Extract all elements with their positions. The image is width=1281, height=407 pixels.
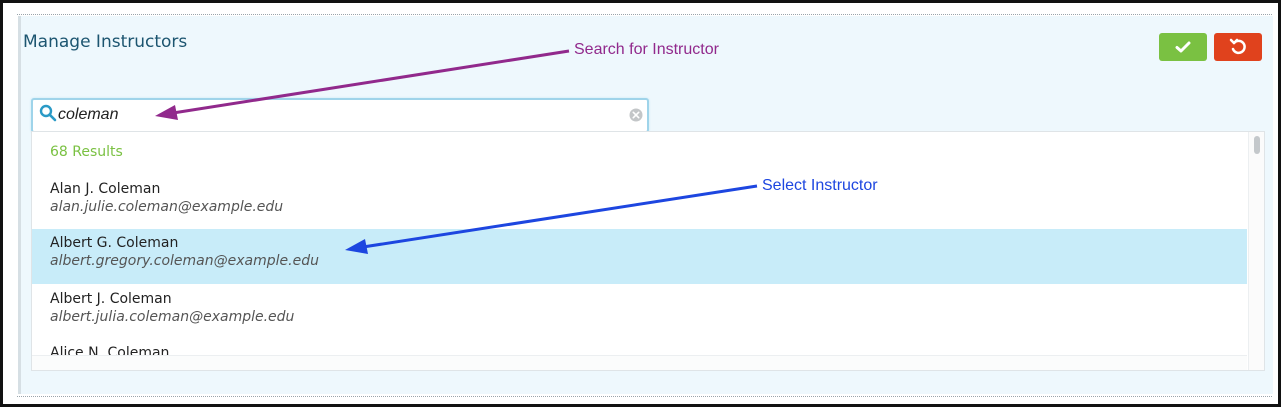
instructor-search-input[interactable] <box>58 103 618 127</box>
result-item-albert-g-coleman[interactable]: Albert G. Coleman albert.gregory.coleman… <box>32 229 1247 284</box>
undo-icon <box>1229 38 1246 55</box>
checkmark-icon <box>1175 41 1191 53</box>
top-divider <box>17 14 1272 15</box>
clear-icon[interactable] <box>629 108 643 122</box>
scrollbar-thumb[interactable] <box>1254 136 1260 154</box>
result-email: alan.julie.coleman@example.edu <box>50 199 284 215</box>
page-title: Manage Instructors <box>23 32 188 52</box>
annotation-search-label: Search for Instructor <box>574 41 719 58</box>
results-scrollbar[interactable] <box>1248 132 1264 370</box>
search-box <box>31 98 649 133</box>
result-name: Albert J. Coleman <box>50 291 172 307</box>
result-email: albert.gregory.coleman@example.edu <box>50 253 319 269</box>
result-name: Albert G. Coleman <box>50 235 179 251</box>
screenshot-frame: Manage Instructors 68 Results Alan J. Co… <box>0 0 1281 407</box>
save-button[interactable] <box>1159 33 1207 61</box>
result-item-albert-j-coleman[interactable]: Albert J. Coleman albert.julia.coleman@e… <box>32 285 1247 340</box>
bottom-divider <box>17 396 1272 397</box>
results-bottom-edge <box>32 355 1247 370</box>
annotation-select-label: Select Instructor <box>762 177 878 194</box>
results-count: 68 Results <box>50 144 123 160</box>
result-item-alan-coleman[interactable]: Alan J. Coleman alan.julie.coleman@examp… <box>32 175 1247 230</box>
result-name: Alan J. Coleman <box>50 181 161 197</box>
search-results-dropdown: 68 Results Alan J. Coleman alan.julie.co… <box>31 131 1265 371</box>
result-email: albert.julia.coleman@example.edu <box>50 309 295 325</box>
cancel-button[interactable] <box>1214 33 1262 61</box>
search-icon <box>39 104 57 122</box>
